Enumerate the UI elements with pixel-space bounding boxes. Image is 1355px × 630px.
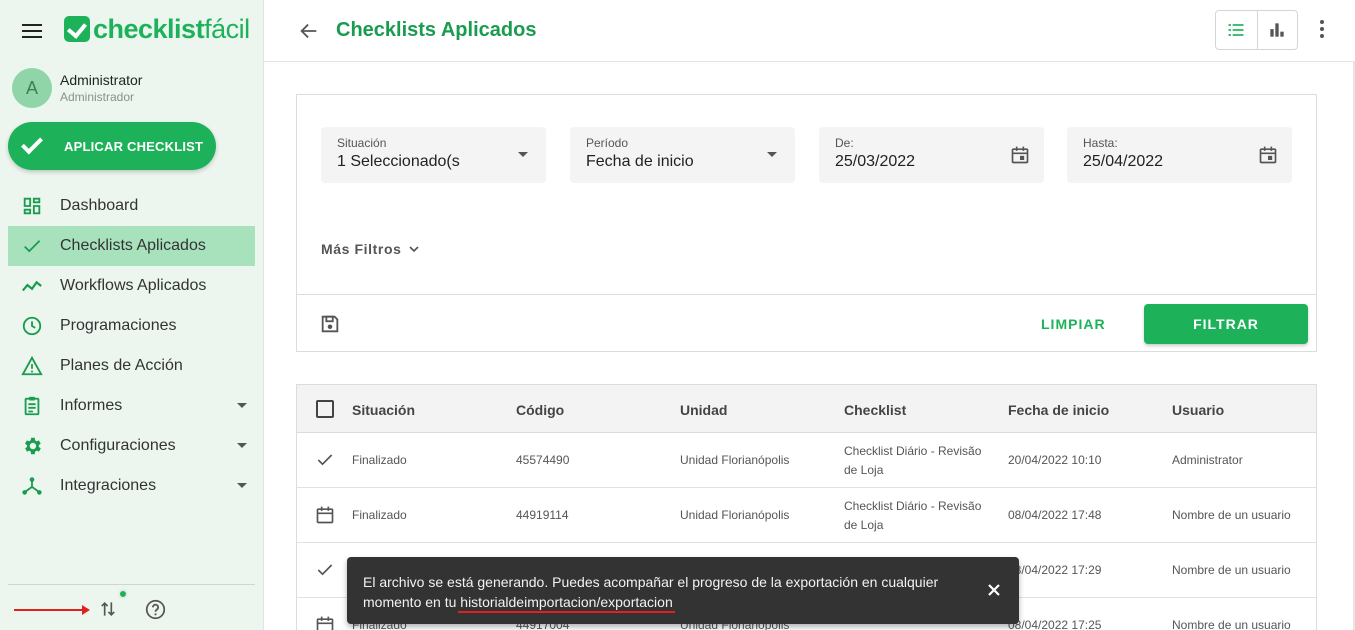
user-role: Administrador: [60, 90, 135, 104]
snackbar-message: El archivo se está generando. Puedes aco…: [363, 574, 939, 610]
menu-icon[interactable]: [22, 24, 42, 40]
avatar: A: [12, 68, 52, 108]
filter-panel: Situación 1 Seleccionado(s Período Fecha…: [296, 94, 1317, 352]
warning-icon: [20, 354, 44, 378]
sidebar-item-checklists-aplicados[interactable]: Checklists Aplicados: [8, 226, 255, 266]
date-to-field[interactable]: Hasta: 25/04/2022: [1067, 127, 1292, 183]
clear-button[interactable]: LIMPIAR: [1041, 316, 1106, 332]
list-view-button[interactable]: [1216, 11, 1257, 49]
user-name: Administrator: [60, 72, 143, 88]
calendar-icon: [315, 615, 335, 630]
table-row[interactable]: Finalizado 45574490 Unidad Florianópolis…: [297, 433, 1316, 488]
sidebar-item-dashboard[interactable]: Dashboard: [8, 186, 255, 226]
hub-icon: [20, 474, 44, 498]
user-profile[interactable]: A Administrator Administrador: [12, 68, 142, 108]
annotation-arrow: [14, 605, 90, 615]
export-snackbar: El archivo se está generando. Puedes aco…: [347, 557, 1019, 624]
table-header: Situación Código Unidad Checklist Fecha …: [297, 385, 1316, 433]
app-logo[interactable]: checklistfácil: [64, 14, 250, 44]
logo-check-icon: [64, 16, 90, 42]
arrow-back-icon[interactable]: [298, 20, 320, 42]
filter-actions: LIMPIAR FILTRAR: [297, 294, 1316, 352]
select-all-checkbox[interactable]: [316, 400, 334, 418]
situacion-select[interactable]: Situación 1 Seleccionado(s: [321, 127, 546, 183]
dropdown-arrow-icon: [518, 152, 528, 157]
date-from-field[interactable]: De: 25/03/2022: [819, 127, 1044, 183]
import-export-icon[interactable]: [98, 599, 118, 619]
gear-icon: [20, 434, 44, 458]
filter-button[interactable]: FILTRAR: [1144, 304, 1308, 344]
chevron-down-icon: [237, 483, 247, 488]
list-icon: [1228, 24, 1244, 36]
more-filters-toggle[interactable]: Más Filtros: [321, 241, 422, 257]
clipboard-icon: [20, 394, 44, 418]
sidebar-item-integraciones[interactable]: Integraciones: [8, 466, 255, 506]
check-icon: [315, 450, 335, 470]
apply-checklist-button[interactable]: APLICAR CHECKLIST: [8, 122, 216, 170]
sidebar-item-workflows-aplicados[interactable]: Workflows Aplicados: [8, 266, 255, 306]
sidebar-footer: [8, 584, 255, 630]
dropdown-arrow-icon: [767, 152, 777, 157]
check-icon: [21, 132, 43, 155]
view-toggle: [1215, 10, 1298, 50]
page-header: Checklists Aplicados: [264, 0, 1355, 62]
more-vert-icon[interactable]: [1318, 20, 1326, 40]
chevron-down-icon: [237, 443, 247, 448]
page-title: Checklists Aplicados: [336, 19, 537, 41]
logo-text: checklistfácil: [93, 14, 250, 44]
calendar-icon: [315, 505, 335, 525]
check-icon: [315, 560, 335, 580]
calendar-icon[interactable]: [1258, 145, 1278, 165]
sidebar-item-informes[interactable]: Informes: [8, 386, 255, 426]
sidebar-item-configuraciones[interactable]: Configuraciones: [8, 426, 255, 466]
clock-icon: [20, 314, 44, 338]
dashboard-icon: [20, 194, 44, 218]
sidebar-item-programaciones[interactable]: Programaciones: [8, 306, 255, 346]
table-row[interactable]: Finalizado 44919114 Unidad Florianópolis…: [297, 488, 1316, 543]
notification-dot: [118, 589, 128, 599]
help-icon[interactable]: [145, 599, 166, 620]
sidebar-nav: Dashboard Checklists Aplicados Workflows…: [8, 186, 255, 506]
check-icon: [20, 234, 44, 258]
save-icon[interactable]: [319, 313, 341, 335]
calendar-icon[interactable]: [1010, 145, 1030, 165]
sidebar-item-planes-de-accion[interactable]: Planes de Acción: [8, 346, 255, 386]
periodo-select[interactable]: Período Fecha de inicio: [570, 127, 795, 183]
close-icon[interactable]: [987, 583, 1001, 597]
bar-chart-icon: [1270, 23, 1284, 37]
chevron-down-icon: [408, 246, 419, 253]
chart-view-button[interactable]: [1256, 11, 1298, 49]
trending-icon: [20, 274, 44, 298]
export-history-link[interactable]: historialdeimportacion/exportacion: [460, 594, 672, 610]
chevron-down-icon: [237, 403, 247, 408]
sidebar: checklistfácil A Administrator Administr…: [0, 0, 264, 630]
